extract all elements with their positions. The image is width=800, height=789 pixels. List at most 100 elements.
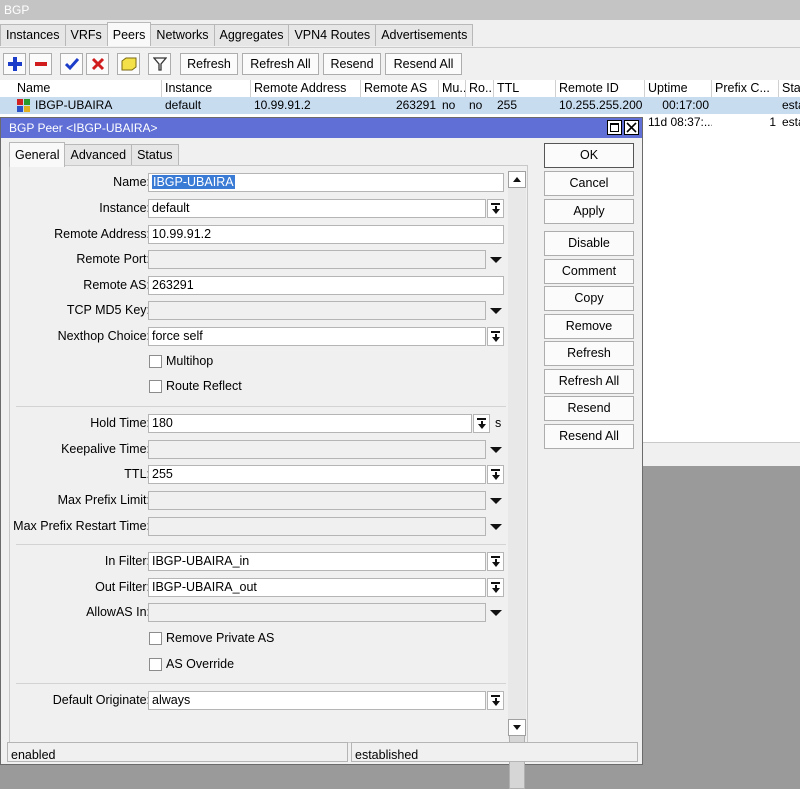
table-row[interactable]: IBGP-UBAIRA default 10.99.91.2 263291 no… [0, 97, 800, 114]
status-established: established [351, 742, 638, 762]
arrow-down-icon [513, 725, 521, 730]
refresh-button[interactable]: Refresh [544, 341, 634, 366]
window-title: BGP [0, 0, 800, 20]
chevron-down-icon [477, 418, 486, 429]
remove-private-as-checkbox[interactable] [149, 632, 162, 645]
route-reflect-label[interactable]: Route Reflect [166, 379, 242, 394]
col-route-reflect[interactable]: Ro... [466, 80, 494, 97]
tab-status[interactable]: Status [131, 144, 179, 166]
disable-button[interactable]: Disable [544, 231, 634, 256]
instance-select[interactable]: default [148, 199, 486, 218]
remote-as-field[interactable]: 263291 [148, 276, 504, 295]
refresh-all-button[interactable]: Refresh All [544, 369, 634, 394]
in-filter-dropdown[interactable] [487, 552, 504, 571]
enable-button[interactable] [60, 53, 83, 75]
max-prefix-limit-field[interactable] [148, 491, 486, 510]
instance-dropdown[interactable] [487, 199, 504, 218]
default-originate-dropdown[interactable] [487, 691, 504, 710]
tab-networks[interactable]: Networks [150, 24, 215, 46]
remove-button[interactable]: Remove [544, 314, 634, 339]
main-tab-bar: Instances VRFs Peers Networks Aggregates… [0, 22, 474, 46]
max-prefix-limit-expand[interactable] [487, 491, 504, 510]
remote-port-expand[interactable] [487, 250, 504, 269]
multihop-label[interactable]: Multihop [166, 354, 213, 369]
multihop-checkbox[interactable] [149, 355, 162, 368]
cell-remote-address: 10.99.91.2 [254, 98, 311, 112]
hold-time-dropdown[interactable] [473, 414, 490, 433]
resend-button[interactable]: Resend [544, 396, 634, 421]
cell-ttl: 255 [497, 98, 518, 112]
apply-button[interactable]: Apply [544, 199, 634, 224]
scroll-down-button[interactable] [508, 719, 526, 736]
allowas-in-field[interactable] [148, 603, 486, 622]
section-divider [16, 406, 506, 407]
in-filter-select[interactable]: IBGP-UBAIRA_in [148, 552, 486, 571]
col-prefix-count[interactable]: Prefix C... [712, 80, 779, 97]
resend-all-button[interactable]: Resend All [544, 424, 634, 449]
scroll-up-button[interactable] [508, 171, 526, 188]
max-prefix-restart-time-field[interactable] [148, 517, 486, 536]
close-window-button[interactable] [624, 120, 639, 135]
tab-instances[interactable]: Instances [0, 24, 66, 46]
tab-advanced[interactable]: Advanced [64, 144, 133, 166]
cancel-button[interactable]: Cancel [544, 171, 634, 196]
keepalive-time-expand[interactable] [487, 440, 504, 459]
add-button[interactable] [3, 53, 26, 75]
max-prefix-limit-label: Max Prefix Limit: [57, 493, 150, 507]
tcp-md5-key-expand[interactable] [487, 301, 504, 320]
out-filter-select[interactable]: IBGP-UBAIRA_out [148, 578, 486, 597]
col-instance[interactable]: Instance [162, 80, 251, 97]
col-ttl[interactable]: TTL [494, 80, 556, 97]
form-scrollbar[interactable] [508, 171, 526, 789]
nexthop-choice-dropdown[interactable] [487, 327, 504, 346]
as-override-checkbox[interactable] [149, 658, 162, 671]
resend-all-button[interactable]: Resend All [385, 53, 462, 75]
remove-private-as-label[interactable]: Remove Private AS [166, 631, 274, 646]
disable-button[interactable] [86, 53, 109, 75]
col-uptime[interactable]: Uptime [645, 80, 712, 97]
ok-button[interactable]: OK [544, 143, 634, 168]
tab-vpn4-routes[interactable]: VPN4 Routes [288, 24, 377, 46]
out-filter-dropdown[interactable] [487, 578, 504, 597]
ttl-field[interactable]: 255 [148, 465, 486, 484]
nexthop-choice-select[interactable]: force self [148, 327, 486, 346]
tab-peers[interactable]: Peers [106, 22, 152, 46]
remote-port-field[interactable] [148, 250, 486, 269]
name-field[interactable]: IBGP-UBAIRA [148, 173, 504, 192]
refresh-all-button[interactable]: Refresh All [242, 53, 319, 75]
restore-window-button[interactable] [607, 120, 622, 135]
tab-vrfs[interactable]: VRFs [64, 24, 108, 46]
col-remote-address[interactable]: Remote Address [251, 80, 361, 97]
allowas-in-expand[interactable] [487, 603, 504, 622]
tab-advertisements[interactable]: Advertisements [375, 24, 474, 46]
peer-icon [17, 99, 30, 112]
keepalive-time-field[interactable] [148, 440, 486, 459]
col-state[interactable]: Stat [779, 80, 800, 97]
tcp-md5-key-field[interactable] [148, 301, 486, 320]
cell-uptime: 11d 08:37:... [648, 115, 712, 129]
chevron-down-icon [491, 695, 500, 706]
hold-time-field[interactable]: 180 [148, 414, 472, 433]
resend-button[interactable]: Resend [323, 53, 381, 75]
tab-aggregates[interactable]: Aggregates [213, 24, 290, 46]
col-remote-id[interactable]: Remote ID [556, 80, 645, 97]
default-originate-select[interactable]: always [148, 691, 486, 710]
ttl-dropdown[interactable] [487, 465, 504, 484]
as-override-label[interactable]: AS Override [166, 657, 234, 672]
filter-button[interactable] [148, 53, 171, 75]
refresh-button[interactable]: Refresh [180, 53, 238, 75]
col-name[interactable]: Name [14, 80, 162, 97]
copy-button[interactable]: Copy [544, 286, 634, 311]
comment-button[interactable] [117, 53, 140, 75]
col-remote-as[interactable]: Remote AS [361, 80, 439, 97]
max-prefix-restart-time-expand[interactable] [487, 517, 504, 536]
comment-button[interactable]: Comment [544, 259, 634, 284]
tab-general[interactable]: General [9, 142, 66, 167]
in-filter-label: In Filter: [104, 554, 150, 568]
remove-button[interactable] [29, 53, 52, 75]
cell-uptime: 00:17:00 [662, 98, 709, 112]
remote-address-field[interactable]: 10.99.91.2 [148, 225, 504, 244]
col-multihop[interactable]: Mu... [439, 80, 466, 97]
route-reflect-checkbox[interactable] [149, 380, 162, 393]
chevron-down-icon [491, 331, 500, 342]
